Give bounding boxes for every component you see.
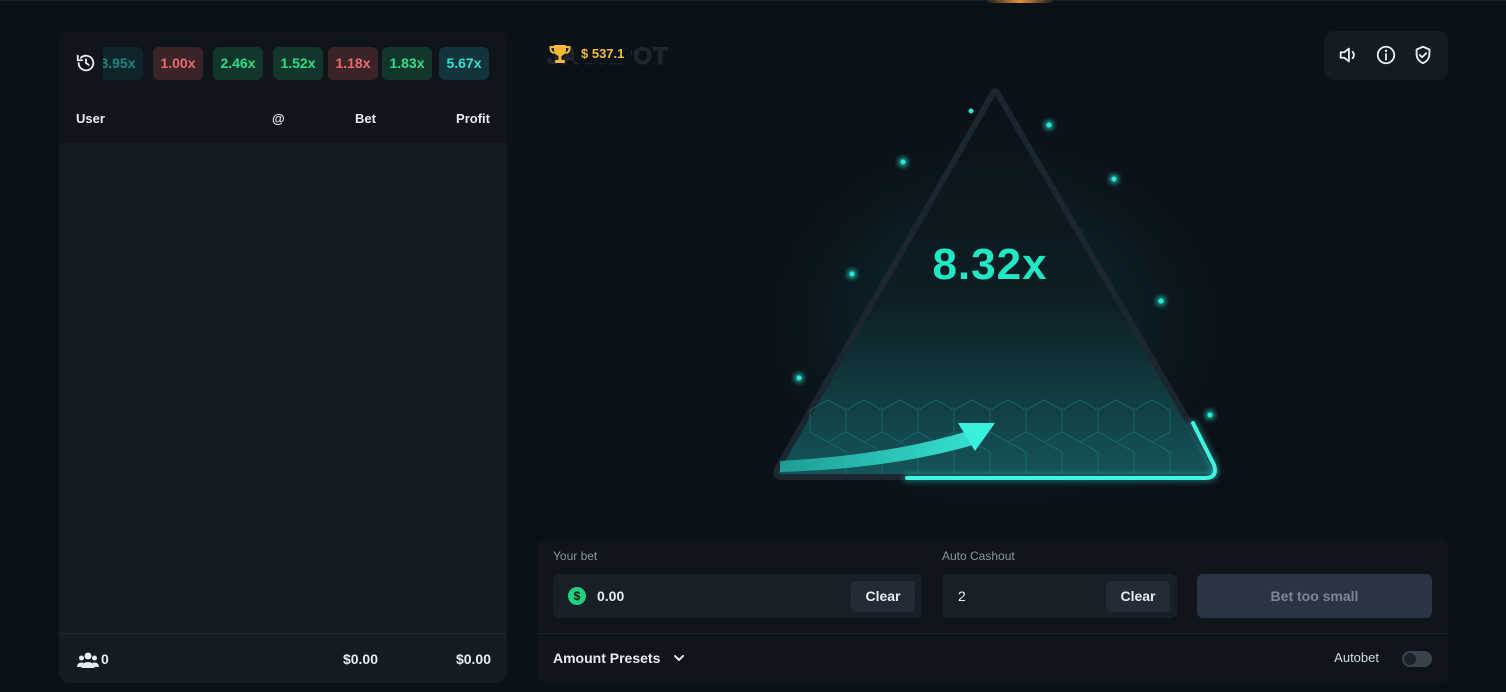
game-controls [1324, 31, 1448, 80]
history-list: 3.95x 1.00x 2.46x 1.52x 1.18x 1.83x 5.67… [103, 47, 507, 80]
auto-cashout-field[interactable]: 2 Clear [942, 574, 1177, 618]
autobet-toggle[interactable] [1402, 651, 1432, 667]
bet-amount-field[interactable]: $ 0.00 Clear [553, 574, 922, 618]
jackpot-amount: $ 537.1 [574, 44, 632, 63]
jackpot-widget: JACKPOT $ 537.1 [547, 41, 687, 71]
column-profit: Profit [456, 111, 490, 126]
history-icon[interactable] [75, 52, 97, 74]
total-profit: $0.00 [455, 651, 491, 667]
bets-panel: 3.95x 1.00x 2.46x 1.52x 1.18x 1.83x 5.67… [59, 31, 507, 683]
top-border [0, 0, 1506, 1]
clear-bet-button[interactable]: Clear [851, 581, 915, 612]
bet-panel: Your bet $ 0.00 Clear Auto Cashout 2 Cle… [537, 540, 1448, 683]
history-multiplier: 1.52x [273, 47, 323, 80]
bets-table-header: User @ Bet Profit [59, 95, 507, 143]
sound-icon[interactable] [1337, 44, 1359, 66]
history-multiplier: 1.83x [382, 47, 432, 80]
history-multiplier: 1.18x [328, 47, 378, 80]
your-bet-label: Your bet [553, 549, 598, 563]
game-scene [720, 88, 1270, 535]
column-user: User [76, 111, 105, 126]
player-count: 0 [101, 651, 109, 667]
top-glow [985, 0, 1055, 3]
bets-table-footer: 0 $0.00 $0.00 [59, 633, 507, 683]
history-bar: 3.95x 1.00x 2.46x 1.52x 1.18x 1.83x 5.67… [59, 31, 507, 95]
clear-cashout-button[interactable]: Clear [1106, 581, 1170, 612]
auto-cashout-input[interactable]: 2 [958, 588, 966, 604]
chevron-down-icon[interactable] [673, 653, 685, 663]
bets-table-body [59, 143, 507, 633]
history-multiplier: 5.67x [439, 47, 489, 80]
history-multiplier: 3.95x [103, 47, 143, 80]
auto-cashout-label: Auto Cashout [942, 549, 1015, 563]
column-bet: Bet [355, 111, 376, 126]
info-icon[interactable] [1375, 44, 1397, 66]
users-icon [77, 652, 99, 668]
current-multiplier: 8.32x [932, 240, 1048, 289]
autobet-label: Autobet [1334, 650, 1379, 665]
autobet-toggle-knob [1404, 653, 1416, 665]
amount-presets-toggle[interactable]: Amount Presets [553, 650, 660, 666]
total-bet: $0.00 [342, 651, 378, 667]
bet-button[interactable]: Bet too small [1197, 574, 1432, 618]
panel-divider [537, 633, 1448, 634]
history-multiplier: 2.46x [213, 47, 263, 80]
fairness-shield-icon[interactable] [1412, 44, 1434, 66]
bet-amount-input[interactable]: 0.00 [597, 588, 624, 604]
history-multiplier: 1.00x [153, 47, 203, 80]
dollar-coin-icon: $ [568, 587, 586, 605]
trophy-icon [549, 45, 571, 63]
column-at: @ [272, 111, 285, 126]
